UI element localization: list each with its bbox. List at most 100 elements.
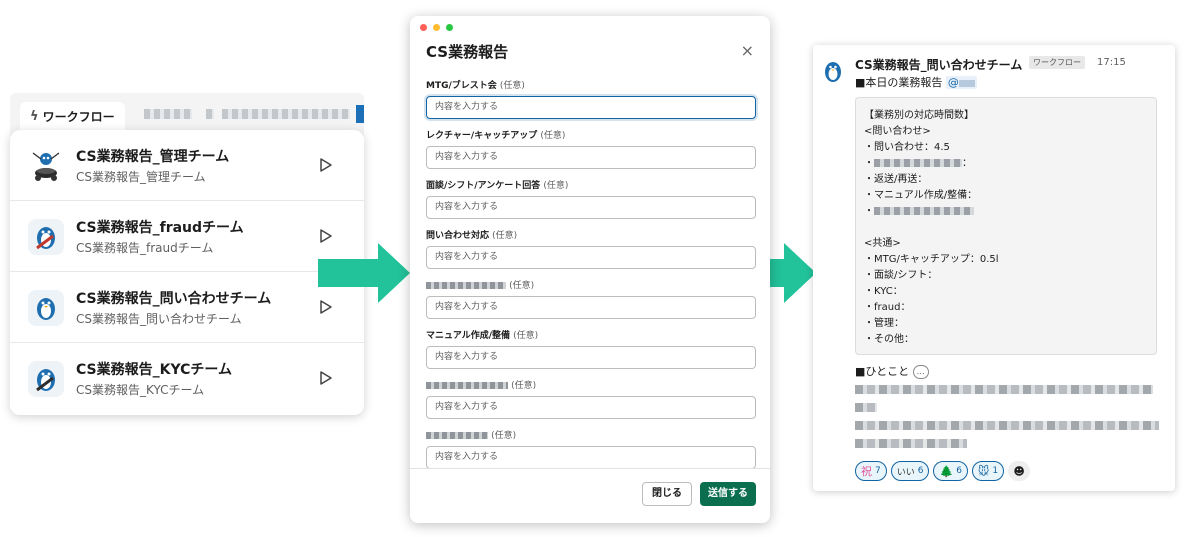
reaction-count: 6 bbox=[956, 466, 962, 476]
text-field[interactable]: 内容を入力する bbox=[426, 246, 756, 269]
blurred-text bbox=[874, 159, 962, 167]
code-line-blurred: ・ bbox=[864, 202, 974, 217]
workflow-panel: ϟ ワークフロー CS業務報告_管理チーム CS業務報告_管理チーム CS業務報… bbox=[10, 93, 364, 415]
workflow-item[interactable]: CS業務報告_fraudチーム CS業務報告_fraudチーム bbox=[10, 201, 364, 272]
text-field[interactable]: 内容を入力する bbox=[426, 446, 756, 469]
code-block: 【業務別の対応時間数】 <問い合わせ> ・問い合わせ：4.5 ・： ・返送/再送… bbox=[855, 97, 1157, 355]
reaction-count: 1 bbox=[992, 466, 999, 476]
blurred-text bbox=[855, 403, 877, 412]
field-label: MTG/ブレスト会 (任意) bbox=[426, 78, 525, 91]
blurred-label bbox=[426, 432, 488, 439]
guitar-penguin-avatar-icon bbox=[28, 219, 64, 255]
field-label-text: マニュアル作成/整備 bbox=[426, 331, 511, 341]
iine-emoji-icon: いい bbox=[896, 467, 915, 478]
close-button[interactable]: 閉じる bbox=[642, 482, 692, 506]
modal-footer: 閉じる 送信する bbox=[410, 468, 770, 523]
text-field[interactable]: 内容を入力する bbox=[426, 196, 756, 219]
blurred-text bbox=[855, 385, 1153, 394]
code-line: ・その他： bbox=[864, 334, 914, 345]
penguin-avatar-icon bbox=[28, 290, 64, 326]
reaction[interactable]: いい 6 bbox=[890, 461, 930, 481]
code-line: ・面談/シフト： bbox=[864, 270, 938, 281]
reaction[interactable]: 🌲 6 bbox=[933, 461, 968, 481]
add-reaction-icon[interactable]: ☻ bbox=[1008, 461, 1031, 481]
user-mention[interactable]: @ bbox=[945, 76, 977, 89]
bullet: ・ bbox=[864, 206, 874, 217]
workflow-item-subtitle: CS業務報告_管理チーム bbox=[76, 170, 206, 184]
optional-tag: (任意) bbox=[492, 231, 518, 241]
optional-tag: (任意) bbox=[543, 181, 569, 191]
play-icon[interactable] bbox=[318, 370, 334, 386]
workflow-item-title: CS業務報告_fraudチーム bbox=[76, 220, 244, 236]
code-line: 【業務別の対応時間数】 bbox=[864, 110, 974, 121]
text-field[interactable]: 内容を入力する bbox=[426, 146, 756, 169]
workflow-item[interactable]: CS業務報告_問い合わせチーム CS業務報告_問い合わせチーム bbox=[10, 272, 364, 343]
field-label: (任意) bbox=[426, 428, 516, 441]
text-field[interactable]: 内容を入力する bbox=[426, 96, 756, 119]
code-line: ・問い合わせ：4.5 bbox=[864, 142, 950, 153]
workflow-item-title: CS業務報告_KYCチーム bbox=[76, 362, 232, 378]
message-heading: ■本日の業務報告 @ bbox=[855, 74, 977, 90]
reactions-bar: 祝 7 いい 6 🌲 6 🐭 1 ☻ bbox=[855, 461, 1031, 481]
text-field[interactable]: 内容を入力する bbox=[426, 296, 756, 319]
code-line: ・KYC： bbox=[864, 286, 903, 297]
code-line: <問い合わせ> bbox=[864, 126, 931, 137]
workflow-badge: ワークフロー bbox=[1029, 56, 1085, 69]
workflow-item[interactable]: CS業務報告_KYCチーム CS業務報告_KYCチーム bbox=[10, 343, 364, 414]
submit-button[interactable]: 送信する bbox=[700, 482, 756, 506]
guitar-penguin-avatar-icon bbox=[28, 361, 64, 397]
window-controls bbox=[420, 24, 453, 31]
close-window-icon[interactable] bbox=[420, 24, 427, 31]
blurred-text bbox=[222, 109, 350, 119]
bullet: ・ bbox=[864, 158, 874, 169]
reaction[interactable]: 祝 7 bbox=[855, 461, 887, 481]
workflow-item-subtitle: CS業務報告_KYCチーム bbox=[76, 383, 205, 397]
optional-tag: (任意) bbox=[499, 81, 525, 91]
field-label: 面談/シフト/アンケート回答 (任意) bbox=[426, 178, 568, 191]
play-icon[interactable] bbox=[318, 157, 334, 173]
posted-message: CS業務報告_問い合わせチーム ワークフロー 17:15 ■本日の業務報告 @ … bbox=[813, 45, 1175, 491]
workflow-list: CS業務報告_管理チーム CS業務報告_管理チーム CS業務報告_fraudチー… bbox=[10, 130, 364, 415]
blurred-accent bbox=[356, 105, 364, 123]
tree-emoji-icon: 🌲 bbox=[939, 464, 954, 478]
field-label-text: レクチャー/キャッチアップ bbox=[426, 131, 538, 141]
optional-tag: (任意) bbox=[491, 431, 517, 441]
workflow-item-subtitle: CS業務報告_fraudチーム bbox=[76, 241, 214, 255]
text-field[interactable]: 内容を入力する bbox=[426, 396, 756, 419]
modal-title: CS業務報告 bbox=[426, 43, 509, 61]
blurred-text bbox=[144, 109, 192, 119]
field-label: マニュアル作成/整備 (任意) bbox=[426, 328, 538, 341]
reaction[interactable]: 🐭 1 bbox=[971, 461, 1005, 481]
close-icon[interactable]: × bbox=[741, 41, 754, 60]
workflow-tab-label: ワークフロー bbox=[42, 110, 115, 124]
play-icon[interactable] bbox=[318, 228, 334, 244]
workflow-item[interactable]: CS業務報告_管理チーム CS業務報告_管理チーム bbox=[10, 130, 364, 201]
code-line: ・管理： bbox=[864, 318, 904, 329]
hitokoto-heading: ■ひとこと … bbox=[855, 363, 929, 379]
message-sender[interactable]: CS業務報告_問い合わせチーム bbox=[855, 56, 1022, 73]
blurred-text bbox=[206, 109, 214, 119]
minimize-window-icon[interactable] bbox=[433, 24, 440, 31]
reaction-count: 6 bbox=[917, 466, 924, 476]
blurred-label bbox=[426, 382, 508, 389]
field-label: (任意) bbox=[426, 278, 534, 291]
mention-prefix: @ bbox=[947, 76, 959, 89]
code-line: ・マニュアル作成/整備： bbox=[864, 190, 978, 201]
code-line-blurred: ・： bbox=[864, 158, 972, 169]
hitokoto-text: ■ひとこと bbox=[855, 365, 910, 378]
bolt-icon: ϟ bbox=[30, 109, 39, 124]
code-line: ・返送/再送： bbox=[864, 174, 928, 185]
mouse-emoji-icon: 🐭 bbox=[977, 464, 990, 478]
blurred-text bbox=[855, 421, 1159, 430]
drummer-avatar-icon bbox=[28, 148, 64, 184]
workflow-item-subtitle: CS業務報告_問い合わせチーム bbox=[76, 312, 242, 326]
workflow-modal: CS業務報告 × MTG/ブレスト会 (任意) 内容を入力する レクチャー/キャ… bbox=[410, 16, 770, 523]
workflow-tab[interactable]: ϟ ワークフロー bbox=[20, 102, 125, 132]
optional-tag: (任意) bbox=[511, 381, 537, 391]
field-label: レクチャー/キャッチアップ (任意) bbox=[426, 128, 565, 141]
penguin-avatar-icon[interactable] bbox=[821, 59, 845, 83]
message-time[interactable]: 17:15 bbox=[1097, 57, 1126, 68]
text-field[interactable]: 内容を入力する bbox=[426, 346, 756, 369]
optional-tag: (任意) bbox=[509, 281, 535, 291]
maximize-window-icon[interactable] bbox=[446, 24, 453, 31]
